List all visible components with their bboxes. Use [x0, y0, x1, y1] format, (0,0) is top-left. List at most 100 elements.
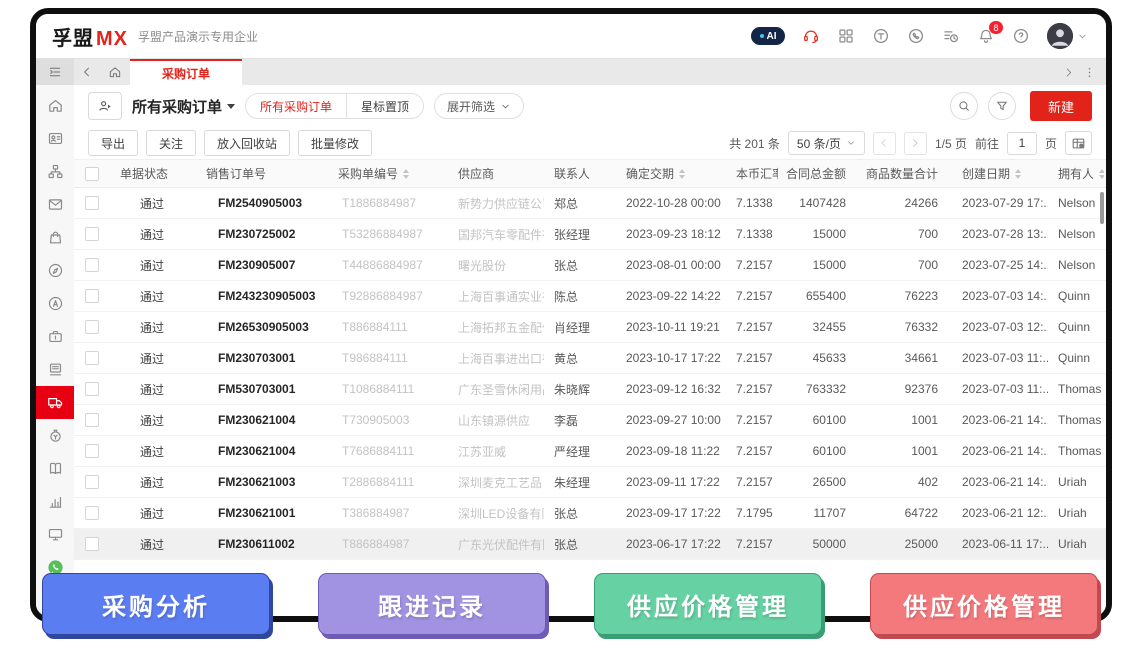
table-row[interactable]: 通过FM230611002T886884987广东光伏配件有限...张总2023… [74, 529, 1106, 560]
table-row[interactable]: 通过FM2540905003T1886884987新势力供应链公司郑总2022-… [74, 188, 1106, 219]
search-button[interactable] [950, 92, 978, 120]
sidebar-item-org-structure[interactable] [36, 155, 74, 188]
user-menu[interactable] [1047, 23, 1088, 49]
ai-badge-icon[interactable]: AI [751, 27, 785, 45]
headset-icon[interactable] [802, 27, 820, 45]
help-icon[interactable] [1012, 27, 1030, 45]
row-checkbox[interactable] [85, 413, 99, 427]
column-header[interactable]: 采购单编号 [328, 165, 448, 182]
cell-owner: Nelson [1048, 258, 1104, 272]
create-button[interactable]: 新建 [1030, 91, 1092, 121]
cell-amount: 15000 [778, 227, 860, 241]
sidebar-item-truck[interactable] [36, 386, 74, 419]
phone-circle-icon[interactable] [907, 27, 925, 45]
row-checkbox[interactable] [85, 444, 99, 458]
table-row[interactable]: 通过FM230905007T44886884987曙光股份张总2023-08-0… [74, 250, 1106, 281]
sidebar-item-mail[interactable] [36, 188, 74, 221]
cell-contact: 郑总 [544, 195, 616, 212]
table-row[interactable]: 通过FM230703001T986884111上海百事进出口有...黄总2023… [74, 343, 1106, 374]
sidebar-item-compass[interactable] [36, 254, 74, 287]
sort-icon[interactable] [403, 169, 409, 179]
bell-icon[interactable]: 8 [977, 27, 995, 45]
sidebar-item-briefcase[interactable] [36, 320, 74, 353]
quick-filter-starred[interactable]: 星标置顶 [347, 94, 423, 118]
scope-selector-button[interactable] [88, 92, 122, 120]
sidebar-item-contact-card[interactable] [36, 122, 74, 155]
sidebar-item-marketing-a[interactable] [36, 287, 74, 320]
footer-button-2[interactable]: 跟进记录 [318, 573, 546, 635]
batch-edit-button[interactable]: 批量修改 [298, 130, 372, 156]
column-header[interactable]: 创建日期 [952, 165, 1048, 182]
collapse-sidebar-button[interactable] [36, 59, 74, 85]
prev-page-button[interactable] [873, 132, 896, 155]
sidebar-item-home[interactable] [36, 89, 74, 122]
sort-icon[interactable] [679, 169, 685, 179]
tab-home-button[interactable] [100, 59, 130, 85]
column-header: 单据状态 [110, 165, 196, 182]
row-checkbox[interactable] [85, 196, 99, 210]
sidebar-item-ledger-book[interactable] [36, 452, 74, 485]
sidebar-item-shopping-bag[interactable] [36, 221, 74, 254]
column-settings-button[interactable] [1065, 131, 1092, 155]
search-icon [957, 99, 971, 113]
cell-rate: 7.2157 [726, 289, 778, 303]
expand-filter-button[interactable]: 展开筛选 [434, 93, 524, 119]
view-title-dropdown[interactable]: 所有采购订单 [132, 96, 235, 117]
tab-back-button[interactable] [74, 59, 100, 85]
cell-rate: 7.1795 [726, 506, 778, 520]
table-row[interactable]: 通过FM530703001T1086884111广东圣雪休闲用品...朱晓辉20… [74, 374, 1106, 405]
tab-more-button[interactable] [1083, 66, 1096, 79]
row-checkbox[interactable] [85, 506, 99, 520]
sort-icon[interactable] [1015, 169, 1021, 179]
next-page-button[interactable] [904, 132, 927, 155]
row-checkbox[interactable] [85, 227, 99, 241]
sidebar-item-bar-chart[interactable] [36, 485, 74, 518]
column-header[interactable]: 确定交期 [616, 165, 726, 182]
table-row[interactable]: 通过FM230725002T53286884987国邦汽车零配件有...张经理2… [74, 219, 1106, 250]
row-checkbox[interactable] [85, 537, 99, 551]
table-body: 通过FM2540905003T1886884987新势力供应链公司郑总2022-… [74, 188, 1106, 560]
sort-icon[interactable] [1099, 169, 1104, 179]
apps-grid-icon[interactable] [837, 27, 855, 45]
cell-purchase-no: T1086884111 [328, 382, 448, 396]
goto-page-input[interactable] [1007, 132, 1037, 155]
footer-button-3[interactable]: 供应价格管理 [594, 573, 822, 635]
row-checkbox[interactable] [85, 258, 99, 272]
cell-amount: 11707 [778, 506, 860, 520]
tab-purchase-orders[interactable]: 采购订单 [130, 59, 242, 85]
row-checkbox[interactable] [85, 320, 99, 334]
table-row[interactable]: 通过FM230621004T730905003山东镇源供应李磊2023-09-2… [74, 405, 1106, 436]
row-checkbox[interactable] [85, 289, 99, 303]
table-row[interactable]: 通过FM230621004T7686884111江苏亚威严经理2023-09-1… [74, 436, 1106, 467]
table-row[interactable]: 通过FM26530905003T886884111上海拓邦五金配件...肖经理2… [74, 312, 1106, 343]
export-button[interactable]: 导出 [88, 130, 138, 156]
tasks-clock-icon[interactable] [942, 27, 960, 45]
scrollbar-thumb[interactable] [1100, 192, 1104, 224]
filter-funnel-button[interactable] [988, 92, 1016, 120]
footer-button-4[interactable]: 供应价格管理 [870, 573, 1098, 635]
quick-filter-all[interactable]: 所有采购订单 [246, 94, 347, 118]
follow-button[interactable]: 关注 [146, 130, 196, 156]
avatar[interactable] [1047, 23, 1073, 49]
tab-forward-button[interactable] [1062, 66, 1075, 79]
page-unit-label: 页 [1045, 135, 1057, 152]
sidebar-item-monitor[interactable] [36, 518, 74, 551]
cell-amount: 50000 [778, 537, 860, 551]
page-size-select[interactable]: 50 条/页 [788, 131, 865, 155]
column-header[interactable]: 拥有人 [1048, 165, 1104, 182]
sidebar-item-money-bag[interactable] [36, 419, 74, 452]
goto-label: 前往 [975, 135, 999, 152]
row-checkbox[interactable] [85, 475, 99, 489]
recycle-bin-button[interactable]: 放入回收站 [204, 130, 290, 156]
row-checkbox[interactable] [85, 351, 99, 365]
cell-supplier: 新势力供应链公司 [448, 195, 544, 212]
select-all-checkbox[interactable] [85, 167, 99, 181]
table-row[interactable]: 通过FM243230905003T92886884987上海百事通实业有...陈… [74, 281, 1106, 312]
cell-quantity: 25000 [860, 537, 952, 551]
sidebar-item-quotation-doc[interactable] [36, 353, 74, 386]
translate-circle-icon[interactable] [872, 27, 890, 45]
footer-button-1[interactable]: 采购分析 [42, 573, 270, 635]
table-row[interactable]: 通过FM230621003T2886884111深圳麦克工艺品朱经理2023-0… [74, 467, 1106, 498]
row-checkbox[interactable] [85, 382, 99, 396]
table-row[interactable]: 通过FM230621001T386884987深圳LED设备有限...张总202… [74, 498, 1106, 529]
